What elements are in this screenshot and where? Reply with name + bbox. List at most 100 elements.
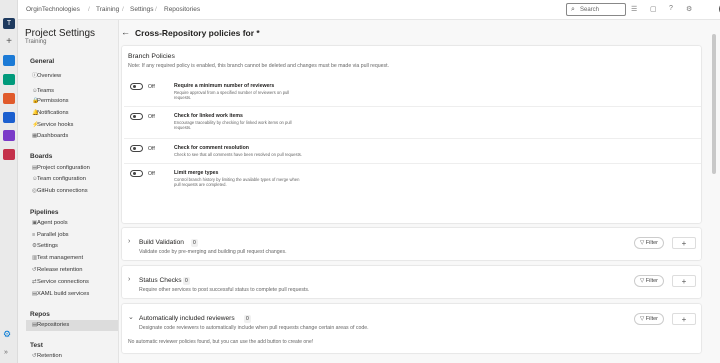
sidebar-item-release-retention[interactable]: ↺ Release retention <box>26 265 118 276</box>
policy-title: Require a minimum number of reviewers <box>174 83 275 89</box>
back-arrow-icon[interactable]: ← <box>121 27 130 37</box>
sidebar-item-overview[interactable]: ⓘ Overview <box>26 71 118 82</box>
retention-icon: ↺ <box>32 353 37 359</box>
sidebar-item-label: Service hooks <box>37 122 74 128</box>
filter-label: Filter <box>645 278 658 284</box>
filter-button[interactable]: ▽ Filter <box>634 237 664 249</box>
sidebar-item-github-connections[interactable]: ◎ GitHub connections <box>26 186 118 197</box>
sidebar-item-test-management[interactable]: ▥ Test management <box>26 253 118 264</box>
boards-icon[interactable] <box>3 74 15 85</box>
policy-toggle[interactable] <box>130 83 143 90</box>
sidebar-item-service-hooks[interactable]: ⚡ Service hooks <box>26 120 118 131</box>
sidebar-item-permissions[interactable]: 🔒 Permissions <box>26 96 118 107</box>
sidebar-item-label: Service connections <box>37 279 89 285</box>
auto-reviewers-title[interactable]: Automatically included reviewers <box>139 315 235 322</box>
team-configuration-icon: ☺ <box>32 176 38 182</box>
toggle-state-label: Off <box>148 84 155 90</box>
left-rail: T + ⚙ » <box>0 0 18 363</box>
agent-pools-icon: ▣ <box>32 220 38 226</box>
page-title: Cross-Repository policies for * <box>135 28 260 38</box>
sidebar-heading-boards: Boards <box>30 153 53 160</box>
scrollbar[interactable] <box>712 34 716 174</box>
sidebar: Project Settings Training General ⓘ Overvi… <box>18 20 119 363</box>
count-badge: 0 <box>183 277 190 285</box>
policy-description: Require approval from a specified number… <box>174 89 290 101</box>
chevron-right-icon[interactable]: › <box>128 238 130 245</box>
filter-button[interactable]: ▽ Filter <box>634 275 664 287</box>
chevron-right-icon[interactable]: › <box>128 276 130 283</box>
sidebar-heading-repos: Repos <box>30 311 50 318</box>
sidebar-item-notifications[interactable]: 🔔 Notifications <box>26 108 118 119</box>
gear-icon[interactable]: ⚙ <box>3 329 11 340</box>
add-button[interactable]: + <box>672 313 696 325</box>
sidebar-item-service-connections[interactable]: ⇄ Service connections <box>26 277 118 288</box>
test-plans-icon[interactable] <box>3 130 15 141</box>
breadcrumb-org[interactable]: OrginTechnologies <box>26 6 80 13</box>
list-icon[interactable]: ☰ <box>631 5 637 13</box>
policy-toggle[interactable] <box>130 170 143 177</box>
sidebar-item-label: Test management <box>37 255 84 261</box>
sidebar-heading-general: General <box>30 58 55 65</box>
notifications-icon: 🔔 <box>32 110 39 116</box>
build-validation-desc: Validate code by pre-merging and buildin… <box>139 249 287 255</box>
sidebar-item-parallel-jobs[interactable]: ≡ Parallel jobs <box>26 230 118 241</box>
policy-description: Encourage traceability by checking for l… <box>174 119 292 131</box>
branch-policies-note: Note: If any required policy is enabled,… <box>128 63 389 69</box>
sidebar-item-label: Retention <box>37 353 62 359</box>
search-icon: ⌕ <box>571 6 575 13</box>
repos-icon[interactable] <box>3 93 15 104</box>
pipelines-icon[interactable] <box>3 112 15 123</box>
filter-label: Filter <box>645 240 658 246</box>
add-button[interactable]: + <box>672 275 696 287</box>
sidebar-item-agent-pools[interactable]: ▣ Agent pools <box>26 218 118 229</box>
collapse-icon[interactable]: » <box>4 349 8 356</box>
auto-reviewers-card: ⌄ Automatically included reviewers 0 Des… <box>122 304 701 353</box>
marketplace-icon[interactable]: ▢ <box>650 5 657 13</box>
policy-title: Limit merge types <box>174 170 219 176</box>
sidebar-item-team-configuration[interactable]: ☺ Team configuration <box>26 174 118 185</box>
overview-icon: ⓘ <box>32 73 38 79</box>
user-settings-icon[interactable]: ⚙ <box>686 5 692 13</box>
add-button[interactable]: + <box>672 237 696 249</box>
breadcrumb-separator: / <box>122 6 124 13</box>
sidebar-item-label: Parallel jobs <box>37 232 69 238</box>
policy-toggle[interactable] <box>130 145 143 152</box>
sidebar-item-repositories[interactable]: ▤ Repositories <box>26 320 118 331</box>
dashboards-icon: ▦ <box>32 133 38 139</box>
sidebar-item-label: Settings <box>37 243 58 249</box>
overview-icon[interactable] <box>3 55 15 66</box>
sidebar-item-xaml-build-services[interactable]: ▤ XAML build services <box>26 289 118 300</box>
policy-description: Check to see that all comments have been… <box>174 151 303 157</box>
permissions-icon: 🔒 <box>32 98 39 104</box>
branch-policies-card: Branch Policies Note: If any required po… <box>122 46 701 223</box>
test-management-icon: ▥ <box>32 255 38 261</box>
artifacts-icon[interactable] <box>3 149 15 160</box>
chevron-down-icon[interactable]: ⌄ <box>128 313 134 321</box>
sidebar-item-project-configuration[interactable]: ▤ Project configuration <box>26 163 118 174</box>
help-icon[interactable]: ? <box>669 5 673 12</box>
search-input[interactable]: ⌕ Search <box>566 3 626 16</box>
org-avatar[interactable]: T <box>3 18 15 29</box>
breadcrumb-repositories[interactable]: Repositories <box>164 6 200 13</box>
service-connections-icon: ⇄ <box>32 279 37 285</box>
service-hooks-icon: ⚡ <box>32 122 39 128</box>
branch-policies-title: Branch Policies <box>128 53 175 60</box>
policy-row: Off Limit merge types Control branch histo… <box>124 164 701 194</box>
add-icon[interactable]: + <box>3 37 15 48</box>
auto-reviewers-desc: Designate code reviewers to automaticall… <box>139 325 369 331</box>
policy-toggle[interactable] <box>130 113 143 120</box>
sidebar-item-retention[interactable]: ↺ Retention <box>26 351 118 362</box>
breadcrumb-settings[interactable]: Settings <box>130 6 154 13</box>
sidebar-item-dashboards[interactable]: ▦ Dashboards <box>26 131 118 142</box>
sidebar-item-label: Dashboards <box>37 133 69 139</box>
top-bar: OrginTechnologies / Training / Settings … <box>18 0 720 20</box>
sidebar-item-label: Overview <box>37 73 62 79</box>
status-checks-title[interactable]: Status Checks <box>139 277 182 284</box>
breadcrumb-project[interactable]: Training <box>96 6 119 13</box>
toggle-state-label: Off <box>148 171 155 177</box>
filter-button[interactable]: ▽ Filter <box>634 313 664 325</box>
build-validation-title[interactable]: Build Validation <box>139 239 184 246</box>
sidebar-item-settings[interactable]: ⚙ Settings <box>26 241 118 252</box>
policy-row: Off Check for comment resolution Check to … <box>124 139 701 164</box>
status-checks-desc: Require other services to post successfu… <box>139 287 310 293</box>
